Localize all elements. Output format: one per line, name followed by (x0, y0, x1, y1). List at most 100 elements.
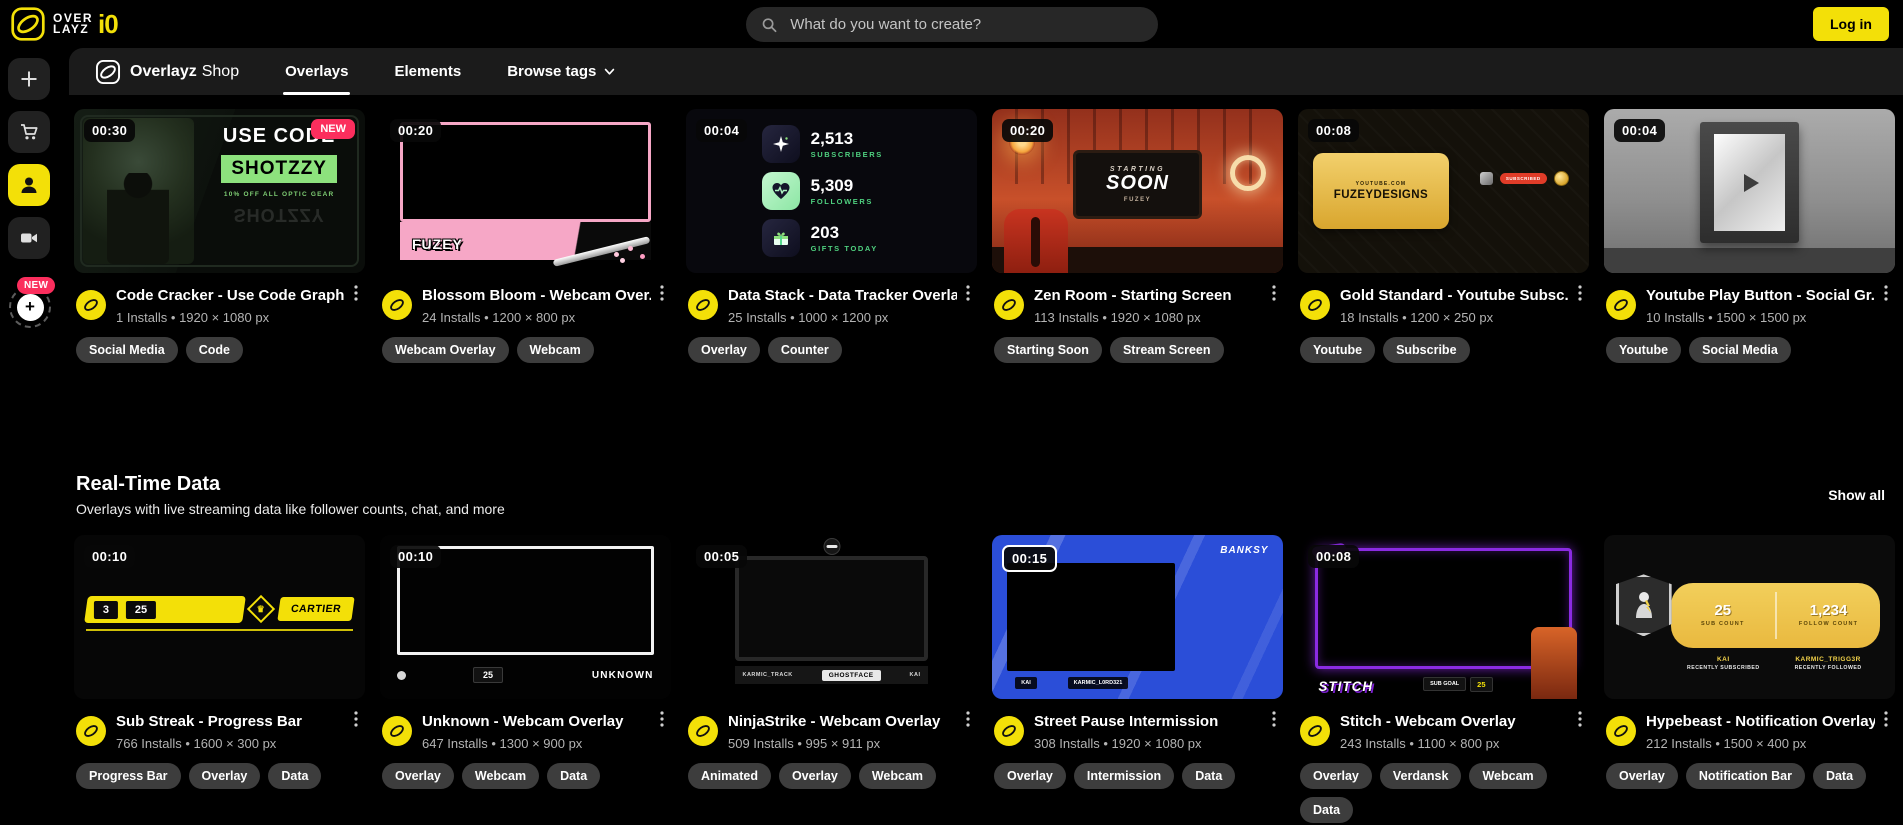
tag[interactable]: Webcam (1469, 763, 1546, 789)
card-thumbnail[interactable]: 00:15 BANKSY KAI KARMIC_L0RD321 (992, 535, 1283, 699)
card-gold-standard[interactable]: 00:08 YOUTUBE.COM FUZEYDESIGNS SUBSCRIBE… (1298, 109, 1589, 363)
card-zen-room[interactable]: 00:20 STARTING SOON FUZEY Zen Ro (992, 109, 1283, 363)
login-button[interactable]: Log in (1813, 7, 1889, 41)
tag[interactable]: Stream Screen (1110, 337, 1224, 363)
more-options-icon[interactable] (655, 711, 669, 732)
notification-bar: 25 SUB COUNT 1,234 FOLLOW COUNT (1671, 583, 1881, 649)
card-blossom-bloom[interactable]: 00:20 FUZEY Blossom Bloom - Webcam Over.… (380, 109, 671, 363)
browse-tags-label: Browse tags (507, 63, 596, 80)
tag[interactable]: Overlay (994, 763, 1066, 789)
search-input[interactable] (788, 15, 1142, 34)
card-thumbnail[interactable]: 25 SUB COUNT 1,234 FOLLOW COUNT KAI RECE… (1604, 535, 1895, 699)
new-feature-button[interactable]: NEW + (9, 286, 51, 328)
tag[interactable]: Overlay (688, 337, 760, 363)
card-thumbnail[interactable]: 00:08 STITCH SUB GOAL 25 (1298, 535, 1589, 699)
card-unknown-webcam[interactable]: 00:10 25 UNKNOWN Unknown - Webcam Overla… (380, 535, 671, 823)
tag[interactable]: Data (268, 763, 321, 789)
tag[interactable]: Data (1182, 763, 1235, 789)
tag[interactable]: Webcam (462, 763, 539, 789)
tab-elements[interactable]: Elements (394, 48, 461, 95)
tag[interactable]: Youtube (1300, 337, 1375, 363)
search-bar[interactable] (746, 7, 1158, 42)
card-thumbnail[interactable]: 00:04 (1604, 109, 1895, 273)
tag[interactable]: Social Media (1689, 337, 1791, 363)
create-button[interactable] (8, 58, 50, 100)
stat-value: 25 (1714, 603, 1731, 618)
card-stitch[interactable]: 00:08 STITCH SUB GOAL 25 Stitch - Webcam… (1298, 535, 1589, 823)
tag[interactable]: Code (186, 337, 243, 363)
more-options-icon[interactable] (1573, 711, 1587, 732)
stat-label: GIFTS TODAY (811, 244, 878, 253)
tag[interactable]: Webcam (517, 337, 594, 363)
duration-badge: 00:05 (696, 545, 747, 568)
tag[interactable]: Overlay (1606, 763, 1678, 789)
tag[interactable]: Overlay (1300, 763, 1372, 789)
tag[interactable]: Social Media (76, 337, 178, 363)
more-options-icon[interactable] (655, 285, 669, 306)
more-options-icon[interactable] (1267, 711, 1281, 732)
card-thumbnail[interactable]: 00:10 3 25 ♛ CARTIER (74, 535, 365, 699)
tab-overlays[interactable]: Overlays (285, 48, 348, 95)
tag[interactable]: Animated (688, 763, 771, 789)
recent-sub-name: KAI (1671, 656, 1776, 663)
section-title: Real-Time Data (76, 473, 505, 496)
card-street-pause[interactable]: 00:15 BANKSY KAI KARMIC_L0RD321 Street P… (992, 535, 1283, 823)
card-hypebeast[interactable]: 25 SUB COUNT 1,234 FOLLOW COUNT KAI RECE… (1604, 535, 1895, 823)
more-options-icon[interactable] (349, 711, 363, 732)
subscriber-stat: 2,513 SUBSCRIBERS (762, 125, 977, 163)
card-title: Youtube Play Button - Social Gr... (1646, 287, 1875, 304)
tag[interactable]: Counter (768, 337, 842, 363)
shop-brand[interactable]: Overlayz Shop (95, 59, 239, 85)
card-youtube-play-button[interactable]: 00:04 Youtube Play Button - Social Gr... (1604, 109, 1895, 363)
more-options-icon[interactable] (349, 285, 363, 306)
overlayz-logo[interactable]: OVER LAYZ i0 (0, 6, 118, 42)
tag[interactable]: Intermission (1074, 763, 1174, 789)
tag[interactable]: Notification Bar (1686, 763, 1805, 789)
clips-button[interactable] (8, 217, 50, 259)
tag[interactable]: Data (1813, 763, 1866, 789)
profile-button[interactable] (8, 164, 50, 206)
brand-text: FUZEY (1124, 197, 1151, 203)
more-options-icon[interactable] (961, 285, 975, 306)
recent-sub-label: RECENTLY SUBSCRIBED (1671, 665, 1776, 671)
stat-label: FOLLOWERS (811, 197, 873, 206)
shop-cart-button[interactable] (8, 111, 50, 153)
card-thumbnail[interactable]: 00:30 NEW USE CODE SHOTZZY 10% OFF ALL O… (74, 109, 365, 273)
card-data-stack[interactable]: 00:04 2,513 SUBSCRIBERS 5,309 (686, 109, 977, 363)
tag[interactable]: Webcam Overlay (382, 337, 509, 363)
card-thumbnail[interactable]: 00:10 25 UNKNOWN (380, 535, 671, 699)
show-all-link[interactable]: Show all (1828, 487, 1885, 517)
tag-list: Overlay Intermission Data (992, 763, 1283, 789)
tag[interactable]: Youtube (1606, 337, 1681, 363)
tag[interactable]: Overlay (189, 763, 261, 789)
card-thumbnail[interactable]: 00:08 YOUTUBE.COM FUZEYDESIGNS SUBSCRIBE… (1298, 109, 1589, 273)
ring-light (1230, 155, 1266, 191)
browse-tags-dropdown[interactable]: Browse tags (507, 63, 616, 80)
card-sub-streak[interactable]: 00:10 3 25 ♛ CARTIER Sub Streak (74, 535, 365, 823)
more-options-icon[interactable] (961, 711, 975, 732)
card-thumbnail[interactable]: 00:20 STARTING SOON FUZEY (992, 109, 1283, 273)
gold-banner: YOUTUBE.COM FUZEYDESIGNS (1313, 153, 1450, 228)
card-code-cracker[interactable]: 00:30 NEW USE CODE SHOTZZY 10% OFF ALL O… (74, 109, 365, 363)
tag[interactable]: Progress Bar (76, 763, 181, 789)
tag[interactable]: Starting Soon (994, 337, 1102, 363)
tag[interactable]: Data (1300, 797, 1353, 823)
more-options-icon[interactable] (1573, 285, 1587, 306)
more-options-icon[interactable] (1879, 285, 1893, 306)
more-options-icon[interactable] (1267, 285, 1281, 306)
tag[interactable]: Overlay (382, 763, 454, 789)
tag[interactable]: Webcam (859, 763, 936, 789)
more-options-icon[interactable] (1879, 711, 1893, 732)
card-thumbnail[interactable]: 00:20 FUZEY (380, 109, 671, 273)
card-ninjastrike[interactable]: 00:05 KARMIC_TRACK GHOSTFACE KAI NinjaSt… (686, 535, 977, 823)
card-meta: 243 Installs • 1100 × 800 px (1340, 736, 1587, 751)
card-thumbnail[interactable]: 00:05 KARMIC_TRACK GHOSTFACE KAI (686, 535, 977, 699)
bottom-bar: 25 UNKNOWN (397, 663, 653, 688)
card-thumbnail[interactable]: 00:04 2,513 SUBSCRIBERS 5,309 (686, 109, 977, 273)
card-title: Unknown - Webcam Overlay (422, 713, 651, 730)
tag[interactable]: Subscribe (1383, 337, 1469, 363)
tag[interactable]: Verdansk (1380, 763, 1462, 789)
tag[interactable]: Data (547, 763, 600, 789)
tag[interactable]: Overlay (779, 763, 851, 789)
person-icon (18, 174, 40, 196)
